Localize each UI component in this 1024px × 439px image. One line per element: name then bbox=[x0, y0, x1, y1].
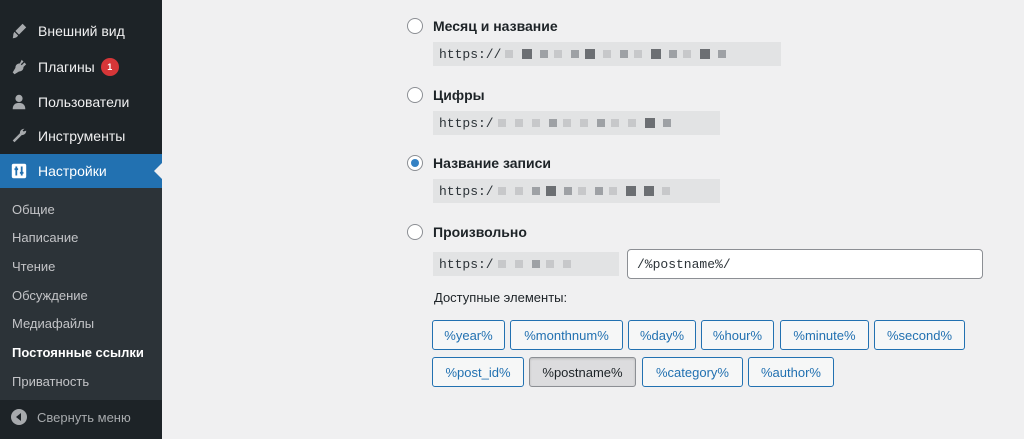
option-numeric[interactable]: Цифры bbox=[407, 87, 485, 103]
tag-second-button[interactable]: %second% bbox=[874, 320, 965, 350]
url-prefix: https:/ bbox=[439, 115, 494, 131]
menu-item-tools[interactable]: Инструменты bbox=[0, 119, 162, 153]
submenu-reading[interactable]: Чтение bbox=[12, 259, 55, 274]
radio-month-name[interactable] bbox=[407, 18, 423, 34]
wrench-icon bbox=[9, 126, 29, 146]
url-prefix: https:/ bbox=[439, 256, 494, 272]
plugin-icon bbox=[9, 57, 29, 77]
menu-item-users[interactable]: Пользователи bbox=[0, 85, 162, 119]
tag-hour-button[interactable]: %hour% bbox=[701, 320, 774, 350]
user-icon bbox=[9, 92, 29, 112]
submenu-privacy[interactable]: Приватность bbox=[12, 374, 89, 389]
admin-sidebar: Внешний вид Плагины 1 Пользователи Инстр… bbox=[0, 0, 162, 439]
radio-post-name[interactable] bbox=[407, 155, 423, 171]
blurred-url bbox=[497, 118, 677, 128]
option-post-name[interactable]: Название записи bbox=[407, 155, 551, 171]
example-url-post-name: https:/ bbox=[433, 179, 720, 203]
example-url-month-name: https:// bbox=[433, 42, 781, 66]
blurred-url bbox=[497, 186, 679, 196]
option-month-name[interactable]: Месяц и название bbox=[407, 18, 558, 34]
option-label: Произвольно bbox=[433, 224, 527, 240]
submenu-discussion[interactable]: Обсуждение bbox=[12, 288, 88, 303]
collapse-label: Свернуть меню bbox=[37, 409, 131, 425]
example-url-custom: https:/ bbox=[433, 252, 619, 276]
tag-year-button[interactable]: %year% bbox=[432, 320, 505, 350]
radio-numeric[interactable] bbox=[407, 87, 423, 103]
option-label: Цифры bbox=[433, 87, 485, 103]
collapse-icon bbox=[11, 409, 27, 425]
tag-category-button[interactable]: %category% bbox=[642, 357, 743, 387]
menu-label: Пользователи bbox=[38, 94, 130, 110]
update-count-badge: 1 bbox=[100, 58, 119, 76]
menu-label: Плагины bbox=[38, 59, 95, 75]
submenu-permalinks[interactable]: Постоянные ссылки bbox=[12, 345, 144, 360]
menu-item-plugins[interactable]: Плагины 1 bbox=[0, 50, 162, 84]
tag-day-button[interactable]: %day% bbox=[628, 320, 696, 350]
menu-label: Внешний вид bbox=[38, 23, 125, 39]
example-url-numeric: https:/ bbox=[433, 111, 720, 135]
submenu-media[interactable]: Медиафайлы bbox=[12, 316, 94, 331]
option-label: Месяц и название bbox=[433, 18, 558, 34]
url-prefix: https:/ bbox=[439, 183, 494, 199]
active-indicator bbox=[154, 163, 162, 179]
custom-structure-input[interactable]: /%postname%/ bbox=[627, 249, 983, 279]
settings-submenu: Общие Написание Чтение Обсуждение Медиаф… bbox=[0, 188, 162, 400]
available-tags-label: Доступные элементы: bbox=[434, 290, 568, 305]
blurred-url bbox=[505, 49, 732, 59]
option-label: Название записи bbox=[433, 155, 551, 171]
radio-custom[interactable] bbox=[407, 224, 423, 240]
menu-item-appearance[interactable]: Внешний вид bbox=[0, 14, 162, 48]
menu-item-settings[interactable]: Настройки bbox=[0, 154, 162, 188]
submenu-general[interactable]: Общие bbox=[12, 202, 55, 217]
tag-postname-button[interactable]: %postname% bbox=[529, 357, 636, 387]
blurred-url bbox=[497, 260, 580, 268]
tag-minute-button[interactable]: %minute% bbox=[780, 320, 869, 350]
submenu-writing[interactable]: Написание bbox=[12, 230, 78, 245]
tag-post-id-button[interactable]: %post_id% bbox=[432, 357, 524, 387]
url-prefix: https:// bbox=[439, 46, 502, 62]
collapse-menu-button[interactable]: Свернуть меню bbox=[0, 400, 162, 434]
menu-label: Настройки bbox=[38, 163, 107, 179]
tag-monthnum-button[interactable]: %monthnum% bbox=[510, 320, 623, 350]
tag-author-button[interactable]: %author% bbox=[748, 357, 834, 387]
paintbrush-icon bbox=[9, 21, 29, 41]
settings-icon bbox=[9, 161, 29, 181]
option-custom[interactable]: Произвольно bbox=[407, 224, 527, 240]
menu-label: Инструменты bbox=[38, 128, 126, 144]
